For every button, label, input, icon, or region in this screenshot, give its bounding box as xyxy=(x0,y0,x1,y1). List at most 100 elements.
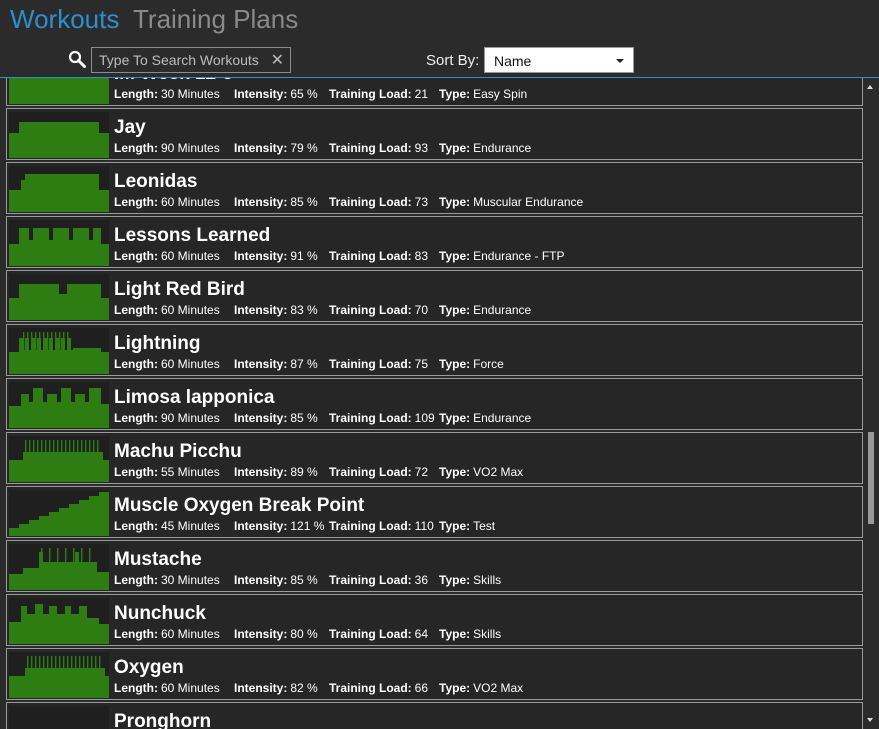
field-label: Type: xyxy=(439,573,471,587)
clear-search-icon[interactable]: ✕ xyxy=(271,50,284,70)
workout-load-field: Training Load: 66 xyxy=(329,681,439,695)
profile-spike xyxy=(35,656,37,698)
workout-row[interactable]: Jay Length: 90 Minutes Intensity: 79 % Traini… xyxy=(6,108,863,160)
field-value: 70 xyxy=(414,303,429,317)
workout-name: IM Week 12-5 xyxy=(114,78,233,85)
scroll-down-icon[interactable] xyxy=(867,718,873,722)
field-value: 65 % xyxy=(290,87,318,101)
profile-block xyxy=(75,552,79,590)
profile-block xyxy=(19,524,29,536)
profile-spike xyxy=(43,332,45,374)
field-label: Length: xyxy=(114,465,158,479)
workout-profile-thumbnail xyxy=(9,220,109,266)
workout-profile-thumbnail xyxy=(9,78,109,104)
workout-row[interactable]: Machu Picchu Length: 55 Minutes Intensity: 8… xyxy=(6,432,863,484)
profile-spike xyxy=(57,548,59,590)
workout-row[interactable]: Light Red Bird Length: 60 Minutes Intensity… xyxy=(6,270,863,322)
profile-block xyxy=(23,568,39,590)
tab-workouts[interactable]: Workouts xyxy=(10,4,119,35)
field-label: Intensity: xyxy=(234,627,288,641)
field-label: Intensity: xyxy=(234,465,288,479)
field-value: 90 Minutes xyxy=(161,411,220,425)
workout-length-field: Length: 30 Minutes xyxy=(114,573,234,587)
sort-by-label: Sort By: xyxy=(426,52,480,69)
workout-row[interactable]: Lightning Length: 60 Minutes Intensity: 87 %… xyxy=(6,324,863,376)
workout-meta: Length: 30 Minutes Intensity: 85 % Training … xyxy=(114,573,501,587)
workout-row[interactable]: Nunchuck Length: 60 Minutes Intensity: 80 % T… xyxy=(6,594,863,646)
workout-row[interactable]: Muscle Oxygen Break Point Length: 45 Minut… xyxy=(6,486,863,538)
workout-load-field: Training Load: 83 xyxy=(329,249,439,263)
profile-spike xyxy=(51,332,53,374)
field-value: 82 % xyxy=(290,681,318,695)
scroll-up-icon[interactable] xyxy=(867,85,873,89)
workout-intensity-field: Intensity: 83 % xyxy=(234,303,329,317)
workout-name: Oxygen xyxy=(114,657,184,678)
field-value: 60 Minutes xyxy=(161,303,220,317)
workout-row[interactable]: Mustache Length: 30 Minutes Intensity: 85 % T… xyxy=(6,540,863,592)
workout-intensity-field: Intensity: 82 % xyxy=(234,681,329,695)
field-label: Length: xyxy=(114,411,158,425)
profile-spike xyxy=(99,656,101,698)
workout-row[interactable]: IM Week 12-5 Length:30 MinutesIntensity:6… xyxy=(6,78,863,106)
profile-spike xyxy=(51,656,53,698)
workout-intensity-field: Intensity: 89 % xyxy=(234,465,329,479)
profile-spike xyxy=(63,656,65,698)
workout-load-field: Training Load: 72 xyxy=(329,465,439,479)
workout-meta: Length: 55 Minutes Intensity: 89 % Training … xyxy=(114,465,523,479)
field-label: Training Load: xyxy=(329,249,412,263)
profile-block xyxy=(99,624,109,644)
profile-spike xyxy=(31,332,33,374)
profile-spike xyxy=(61,440,63,482)
workout-intensity-field: Intensity: 121 % xyxy=(234,519,329,533)
power-profile-graphic xyxy=(9,174,109,212)
field-label: Intensity: xyxy=(234,249,288,263)
field-label: Type: xyxy=(439,195,471,209)
profile-block xyxy=(105,676,109,698)
workout-row[interactable]: Limosa lapponica Length: 90 Minutes Intensi… xyxy=(6,378,863,430)
workout-length-field: Length: 90 Minutes xyxy=(114,411,234,425)
field-label: Length: xyxy=(114,249,158,263)
field-label: Training Load: xyxy=(329,303,412,317)
workout-row[interactable]: Lessons Learned Length: 60 Minutes Intensit… xyxy=(6,216,863,268)
workout-row[interactable]: PronghornLength:Intensity:Training Load:… xyxy=(6,702,863,729)
workout-length-field: Length: 30 Minutes xyxy=(114,87,234,101)
profile-spike xyxy=(85,440,87,482)
list-scrollbar[interactable] xyxy=(864,78,879,729)
profile-block xyxy=(103,460,109,482)
workout-row[interactable]: Oxygen Length: 60 Minutes Intensity: 82 % Tra… xyxy=(6,648,863,700)
tab-training-plans[interactable]: Training Plans xyxy=(133,4,298,35)
workout-profile-thumbnail xyxy=(9,382,109,428)
header: Workouts Training Plans ✕ Sort By: Name xyxy=(0,0,879,80)
workout-profile-thumbnail xyxy=(9,490,109,536)
profile-block xyxy=(73,348,101,374)
profile-block xyxy=(99,190,109,212)
profile-spike xyxy=(29,440,31,482)
field-label: Intensity: xyxy=(234,195,288,209)
workout-length-field: Length: 60 Minutes xyxy=(114,249,234,263)
search-input[interactable] xyxy=(92,48,262,72)
sort-by-dropdown[interactable]: Name xyxy=(484,47,634,73)
profile-block xyxy=(89,388,101,428)
profile-spike xyxy=(67,656,69,698)
field-label: Intensity: xyxy=(234,87,288,101)
profile-block xyxy=(101,352,109,374)
workout-name: Nunchuck xyxy=(114,603,206,624)
profile-spike xyxy=(87,656,89,698)
field-label: Length: xyxy=(114,357,158,371)
field-value: 89 % xyxy=(290,465,318,479)
workout-name: Limosa lapponica xyxy=(114,387,275,408)
profile-block xyxy=(21,394,29,428)
profile-spike xyxy=(55,656,57,698)
scrollbar-thumb[interactable] xyxy=(868,432,874,524)
workout-type-field: Type: Muscular Endurance xyxy=(439,195,583,209)
profile-block xyxy=(19,284,59,320)
profile-block xyxy=(89,240,93,266)
field-value: Endurance xyxy=(473,303,532,317)
workout-profile-thumbnail xyxy=(9,436,109,482)
field-label: Length: xyxy=(114,141,158,155)
profile-block xyxy=(99,492,109,536)
workout-row[interactable]: Leonidas Length: 60 Minutes Intensity: 85 % T… xyxy=(6,162,863,214)
workout-load-field: Training Load: 73 xyxy=(329,195,439,209)
profile-spike xyxy=(23,332,25,374)
profile-block xyxy=(29,402,33,428)
